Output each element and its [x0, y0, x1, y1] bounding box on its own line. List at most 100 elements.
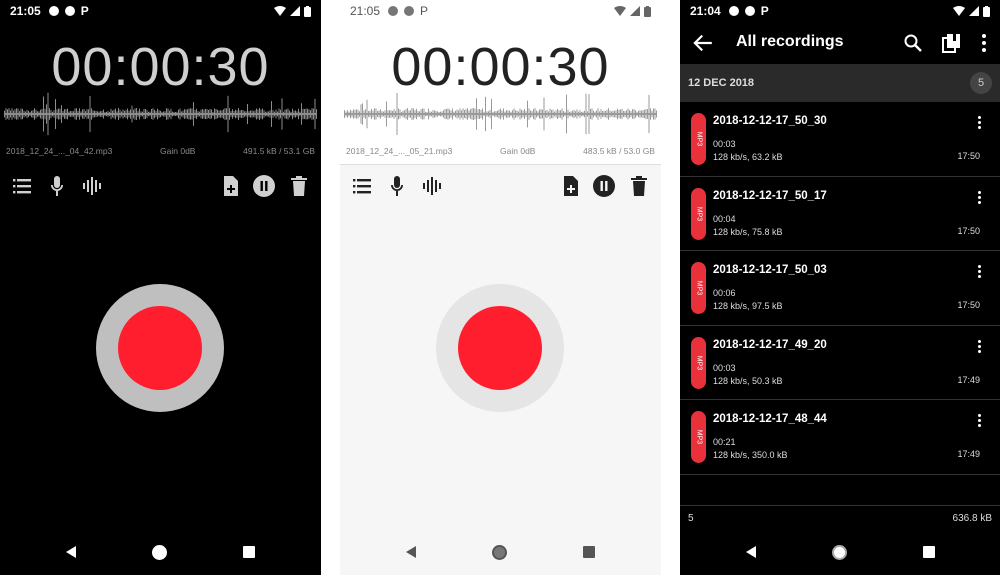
- android-nav-bar: [680, 531, 1000, 575]
- list-icon[interactable]: [10, 174, 34, 198]
- recorder-header: 00:00:30 2018_12_24_..._04_42.mp3 Gain 0…: [0, 22, 321, 162]
- recording-duration: 00:06: [713, 288, 736, 299]
- recording-time: 17:50: [957, 300, 980, 311]
- overflow-menu-icon[interactable]: [973, 32, 995, 54]
- item-menu-icon[interactable]: [978, 414, 982, 429]
- storage-label: 483.5 kB / 53.0 GB: [583, 146, 655, 156]
- footer-count: 5: [688, 513, 694, 524]
- record-button[interactable]: [436, 284, 564, 412]
- waveform-icon[interactable]: [420, 174, 444, 198]
- waveform-display: [4, 92, 317, 136]
- recording-duration: 00:04: [713, 213, 736, 224]
- elapsed-timer: 00:00:30: [391, 37, 610, 97]
- recording-info: 128 kb/s, 97.5 kB: [713, 301, 783, 312]
- recording-time: 17:50: [957, 225, 980, 236]
- mic-icon[interactable]: [45, 174, 69, 198]
- recorder-header: 00:00:30 2018_12_24_..._05_21.mp3 Gain 0…: [340, 22, 661, 165]
- list-item[interactable]: MP3 2018-12-12-17_50_30 00:03 128 kb/s, …: [680, 102, 1000, 177]
- wifi-icon: [614, 6, 626, 16]
- battery-icon: [644, 5, 651, 17]
- recorder-toolbar: [10, 174, 311, 200]
- mp3-badge: MP3: [691, 262, 706, 315]
- signal-icon: [630, 6, 640, 16]
- recording-duration: 00:21: [713, 437, 736, 448]
- back-triangle-icon[interactable]: [66, 546, 76, 558]
- add-file-icon[interactable]: [219, 174, 243, 198]
- recording-info: 128 kb/s, 350.0 kB: [713, 450, 788, 461]
- home-circle-icon[interactable]: [152, 545, 167, 560]
- mp3-badge: MP3: [691, 411, 706, 464]
- elapsed-timer: 00:00:30: [51, 37, 270, 97]
- item-menu-icon[interactable]: [978, 116, 982, 131]
- recents-square-icon[interactable]: [243, 546, 255, 558]
- android-nav-bar: [0, 531, 321, 575]
- gain-label: Gain 0dB: [500, 146, 536, 156]
- recorder-screen-light: 21:05 P 00:00:30 2018_12_24_..._05_21.mp…: [340, 0, 661, 575]
- recordings-list: MP3 2018-12-12-17_50_30 00:03 128 kb/s, …: [680, 102, 1000, 475]
- mp3-badge: MP3: [691, 113, 706, 165]
- parking-p-icon: P: [80, 4, 89, 18]
- add-file-icon[interactable]: [559, 174, 583, 198]
- record-button[interactable]: [96, 284, 224, 412]
- list-icon[interactable]: [350, 174, 374, 198]
- status-time: 21:05: [350, 4, 381, 18]
- recordings-list-screen: 21:04 P All recordings 12 DEC 2018 5 MP3: [680, 0, 1000, 575]
- waveform-icon[interactable]: [80, 174, 104, 198]
- pause-icon[interactable]: [252, 174, 276, 198]
- item-menu-icon[interactable]: [978, 265, 982, 280]
- back-triangle-icon[interactable]: [746, 546, 756, 558]
- date-section-header: 12 DEC 2018 5: [680, 64, 1000, 102]
- list-item[interactable]: MP3 2018-12-12-17_48_44 00:21 128 kb/s, …: [680, 400, 1000, 475]
- back-arrow-icon[interactable]: [692, 32, 714, 54]
- back-triangle-icon[interactable]: [406, 546, 416, 558]
- recording-name: 2018-12-12-17_48_44: [713, 413, 827, 426]
- status-time: 21:05: [10, 4, 41, 18]
- item-menu-icon[interactable]: [978, 190, 982, 206]
- recording-name: 2018-12-12-17_50_17: [713, 189, 827, 202]
- page-title: All recordings: [736, 33, 844, 50]
- recents-square-icon[interactable]: [583, 546, 595, 558]
- waveform-display: [344, 93, 657, 135]
- recording-time: 17:49: [957, 449, 980, 460]
- recording-time: 17:49: [957, 374, 980, 385]
- wifi-icon: [274, 6, 286, 16]
- app-bar: All recordings: [680, 22, 1000, 64]
- status-bar: 21:04 P: [680, 0, 1000, 22]
- recents-square-icon[interactable]: [923, 546, 935, 558]
- item-menu-icon[interactable]: [978, 339, 982, 355]
- recording-name: 2018-12-12-17_50_03: [713, 264, 827, 277]
- wifi-icon: [953, 6, 965, 16]
- recording-meta: 2018_12_24_..._04_42.mp3 Gain 0dB 491.5 …: [6, 146, 315, 156]
- search-icon[interactable]: [902, 32, 924, 54]
- signal-icon: [290, 6, 300, 16]
- parking-p-icon: P: [420, 4, 429, 18]
- recording-duration: 00:03: [713, 362, 736, 373]
- recording-time: 17:50: [957, 151, 980, 161]
- battery-icon: [304, 5, 311, 17]
- list-item[interactable]: MP3 2018-12-12-17_50_17 00:04 128 kb/s, …: [680, 177, 1000, 252]
- footer-total-size: 636.8 kB: [952, 513, 992, 524]
- section-count-badge: 5: [970, 72, 992, 94]
- library-icon[interactable]: [941, 32, 963, 54]
- whatsapp-icon: [64, 6, 75, 16]
- record-button-core: [458, 306, 542, 390]
- pause-icon[interactable]: [592, 174, 616, 198]
- recorder-screen-dark: 21:05 P 00:00:30 2018_12_24_..._04_42.mp…: [0, 0, 321, 575]
- home-circle-icon[interactable]: [492, 545, 507, 560]
- parking-p-icon: P: [760, 4, 769, 18]
- recording-info: 128 kb/s, 50.3 kB: [713, 375, 783, 386]
- list-item[interactable]: MP3 2018-12-12-17_49_20 00:03 128 kb/s, …: [680, 326, 1000, 401]
- recording-name: 2018-12-12-17_49_20: [713, 338, 827, 351]
- delete-icon[interactable]: [627, 174, 651, 198]
- status-bar: 21:05 P: [340, 0, 661, 22]
- gain-label: Gain 0dB: [160, 146, 196, 156]
- notification-dot-icon: [48, 6, 59, 16]
- recording-meta: 2018_12_24_..._05_21.mp3 Gain 0dB 483.5 …: [346, 146, 655, 156]
- file-name: 2018_12_24_..._04_42.mp3: [6, 146, 113, 156]
- status-right: [614, 5, 651, 17]
- mic-icon[interactable]: [385, 174, 409, 198]
- home-circle-icon[interactable]: [832, 545, 847, 560]
- list-item[interactable]: MP3 2018-12-12-17_50_03 00:06 128 kb/s, …: [680, 251, 1000, 326]
- status-time: 21:04: [690, 4, 721, 18]
- delete-icon[interactable]: [287, 174, 311, 198]
